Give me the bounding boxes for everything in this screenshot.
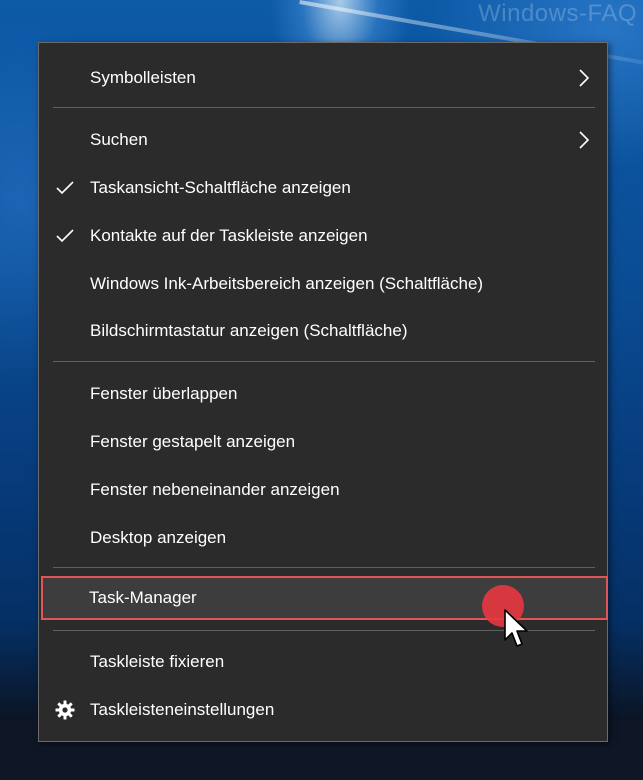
menu-item-fenster-nebeneinander[interactable]: Fenster nebeneinander anzeigen — [39, 466, 607, 514]
chevron-right-icon — [579, 69, 590, 87]
gear-icon — [55, 700, 75, 720]
mouse-pointer-icon — [504, 609, 528, 647]
menu-item-bildschirmtastatur[interactable]: Bildschirmtastatur anzeigen (Schaltfläch… — [39, 307, 607, 355]
menu-item-desktop-anzeigen[interactable]: Desktop anzeigen — [39, 514, 607, 562]
menu-item-symbolleisten[interactable]: Symbolleisten — [39, 54, 607, 102]
menu-item-label: Desktop anzeigen — [90, 528, 227, 547]
menu-item-label: Kontakte auf der Taskleiste anzeigen — [90, 226, 368, 245]
menu-item-taskleisteneinstellungen[interactable]: Taskleisteneinstellungen — [39, 686, 607, 734]
checkmark-icon — [56, 181, 74, 195]
menu-item-suchen[interactable]: Suchen — [39, 116, 607, 164]
menu-item-windows-ink[interactable]: Windows Ink-Arbeitsbereich anzeigen (Sch… — [39, 260, 607, 308]
watermark: Windows-FAQ — [478, 0, 637, 27]
menu-item-label: Suchen — [90, 130, 148, 149]
menu-separator — [53, 361, 595, 362]
menu-item-taskansicht[interactable]: Taskansicht-Schaltfläche anzeigen — [39, 164, 607, 212]
menu-item-label: Taskleisteneinstellungen — [90, 700, 275, 719]
menu-item-label: Taskansicht-Schaltfläche anzeigen — [90, 178, 351, 197]
menu-item-label: Fenster überlappen — [90, 384, 238, 403]
menu-item-label: Fenster gestapelt anzeigen — [90, 432, 296, 451]
menu-item-label: Bildschirmtastatur anzeigen (Schaltfläch… — [90, 321, 408, 340]
menu-item-kontakte[interactable]: Kontakte auf der Taskleiste anzeigen — [39, 212, 607, 260]
chevron-right-icon — [579, 131, 590, 149]
menu-item-label: Fenster nebeneinander anzeigen — [90, 480, 340, 499]
menu-item-fenster-gestapelt[interactable]: Fenster gestapelt anzeigen — [39, 418, 607, 466]
menu-item-label: Taskleiste fixieren — [90, 652, 225, 671]
task-manager-highlight-label[interactable]: Task-Manager — [89, 576, 197, 620]
menu-separator — [53, 567, 595, 568]
checkmark-icon — [56, 229, 74, 243]
menu-item-label: Windows Ink-Arbeitsbereich anzeigen (Sch… — [90, 274, 484, 293]
menu-item-fenster-ueberlappen[interactable]: Fenster überlappen — [39, 370, 607, 418]
menu-separator — [53, 107, 595, 108]
menu-item-label: Symbolleisten — [90, 68, 196, 87]
